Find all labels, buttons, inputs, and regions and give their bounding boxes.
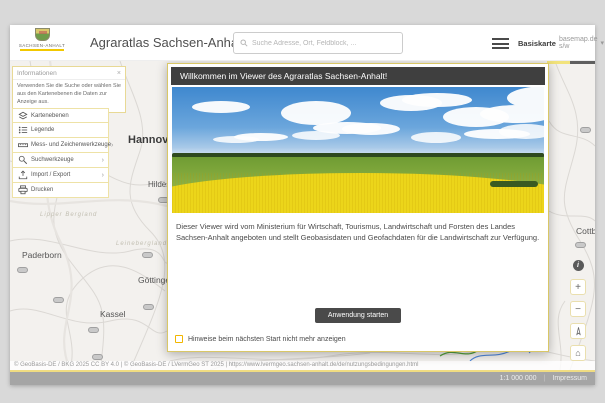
search-icon [240,39,248,47]
search-input[interactable] [252,40,396,47]
map-attribution: © GeoBasis-DE / BKG 2025 CC BY 4.0 | © G… [10,361,595,370]
road-shield [142,252,153,258]
layers-icon [17,110,28,121]
menu-item-suchwerkzeuge[interactable]: Suchwerkzeuge › [12,153,109,168]
map-label-kassel: Kassel [100,309,126,319]
tool-menu: Kartenebenen Legende Mess- und Zeichenwe… [12,108,109,198]
info-panel-title: Informationen [17,70,57,77]
footer-divider: | [544,375,546,382]
map-scale: 1:1 000 000 [500,375,537,382]
search-tools-icon [17,155,28,166]
menu-item-legende[interactable]: Legende [12,123,109,138]
menu-item-kartenebenen[interactable]: Kartenebenen [12,108,109,123]
map-label-paderborn: Paderborn [22,250,62,260]
map-label-lipper-bergland: Lipper Bergland [40,212,97,218]
brand-stripe-dark [570,61,595,64]
zoom-in-button[interactable]: + [570,279,586,295]
dont-show-again-label: Hinweise beim nächsten Start nicht mehr … [188,336,346,343]
cloud-graphic [402,93,472,107]
dont-show-again-checkbox[interactable] [175,335,183,343]
info-button[interactable]: i [570,257,586,273]
cloud-graphic [292,131,340,140]
import-export-icon [17,170,28,181]
menu-hamburger-icon[interactable] [492,38,509,52]
search-box[interactable] [233,32,403,54]
basemap-selector[interactable]: Basiskarte basemap.de s/w ▾ [518,25,604,61]
start-application-button[interactable]: Anwendung starten [315,308,401,323]
basemap-label: Basiskarte [518,39,556,48]
brand-stripe-yellow [547,61,570,64]
road-shield [92,354,103,360]
logo-text: SACHSEN-ANHALT [18,43,66,48]
home-button[interactable]: ⌂ [570,345,586,361]
chevron-right-icon: › [102,172,104,179]
logo-underline [20,49,64,51]
chevron-down-icon: ▾ [600,39,604,47]
page-title: Agraratlas Sachsen-Anhalt [90,25,245,61]
zoom-out-button[interactable]: − [570,301,586,317]
close-icon[interactable]: × [117,70,121,77]
menu-item-drucken[interactable]: Drucken [12,183,109,198]
road-shield [143,304,154,310]
impressum-link[interactable]: Impressum [552,375,587,382]
dialog-title: Willkommen im Viewer des Agraratlas Sach… [171,67,545,85]
menu-item-mess-zeichenwerkzeuge[interactable]: Mess- und Zeichenwerkzeuge › [12,138,109,153]
map-label-leinebergland: Leinebergland [116,241,167,247]
printer-icon [17,185,28,196]
map-canvas[interactable]: Hannover Hildesheim Paderborn Kassel Göt… [10,61,595,370]
road-shield [17,267,28,273]
dialog-text: Dieser Viewer wird vom Ministerium für W… [168,213,548,244]
chevron-right-icon: › [102,157,104,164]
locate-needle-icon [574,327,583,336]
app-window: SACHSEN-ANHALT Agraratlas Sachsen-Anhalt… [10,25,595,385]
road-shield [88,327,99,333]
bushes-graphic [490,181,538,187]
road-shield [580,127,591,133]
info-panel: Informationen × Verwenden Sie die Suche … [12,66,126,113]
state-logo: SACHSEN-ANHALT [18,28,66,51]
ruler-icon [17,140,28,151]
header: SACHSEN-ANHALT Agraratlas Sachsen-Anhalt… [10,25,595,61]
map-label-cottbus: Cottbus [576,226,595,236]
map-controls: i + − ⌂ [570,257,587,367]
footer-bar: 1:1 000 000 | Impressum [10,372,595,385]
menu-item-import-export[interactable]: Import / Export › [12,168,109,183]
welcome-dialog: Willkommen im Viewer des Agraratlas Sach… [167,63,549,352]
rapeseed-field-photo [172,87,544,213]
basemap-value: basemap.de s/w [559,36,598,50]
chevron-right-icon: › [111,142,113,149]
coat-of-arms-icon [35,28,50,41]
info-icon: i [573,260,584,271]
road-shield [575,242,586,248]
road-shield [53,297,64,303]
yellow-field-graphic [172,173,544,213]
cloud-graphic [192,101,250,113]
geolocate-button[interactable] [570,323,586,339]
legend-list-icon [17,125,28,136]
